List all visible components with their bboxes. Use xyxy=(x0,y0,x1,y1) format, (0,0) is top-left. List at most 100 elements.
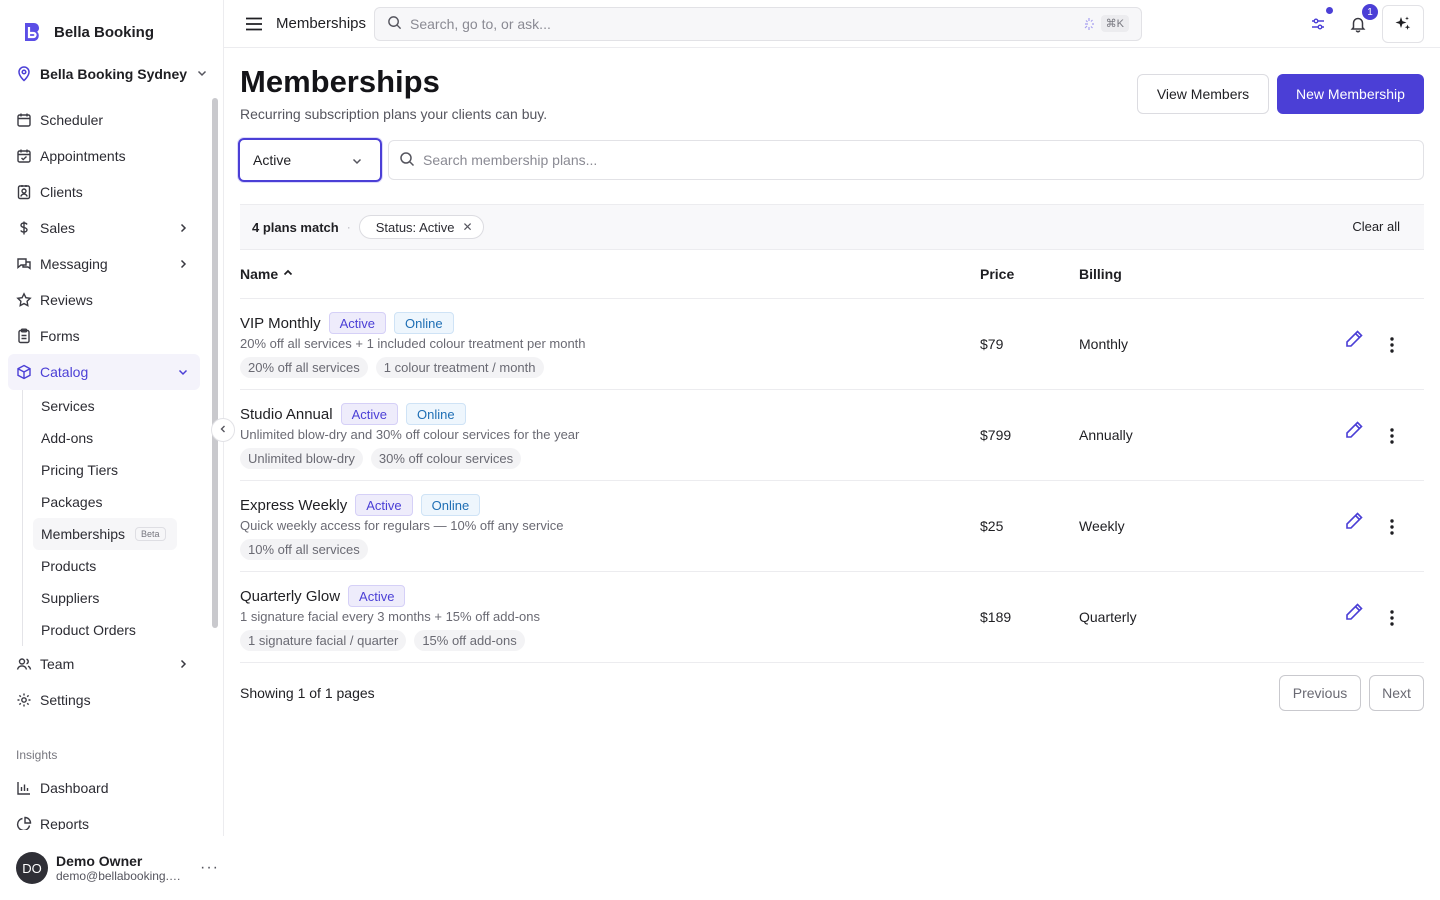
sidebar-subitem-pricing-tiers[interactable]: Pricing Tiers xyxy=(33,454,200,486)
table-row[interactable]: Express Weekly Active Online Quick weekl… xyxy=(240,481,1424,572)
sidebar-item-clients[interactable]: Clients xyxy=(8,174,200,210)
topbar-title: Memberships xyxy=(276,15,367,32)
sidebar-item-label: Reviews xyxy=(40,292,93,308)
status-dot xyxy=(1326,7,1333,14)
sidebar-item-reviews[interactable]: Reviews xyxy=(8,282,200,318)
view-members-button[interactable]: View Members xyxy=(1137,74,1269,114)
column-header-name[interactable]: Name xyxy=(240,266,294,282)
location-switcher[interactable]: Bella Booking Sydney xyxy=(16,60,211,88)
previous-page-button[interactable]: Previous xyxy=(1279,675,1361,711)
sidebar-item-label: Appointments xyxy=(40,148,126,164)
sidebar-item-messaging[interactable]: Messaging xyxy=(8,246,200,282)
sidebar-subitem-product-orders[interactable]: Product Orders xyxy=(33,614,200,646)
benefit-tag: 20% off all services xyxy=(240,357,368,378)
global-search[interactable]: ⌘K xyxy=(374,7,1142,41)
edit-button[interactable] xyxy=(1342,327,1366,351)
sidebar-subitem-packages[interactable]: Packages xyxy=(33,486,200,518)
sidebar-subitem-label: Pricing Tiers xyxy=(41,462,119,478)
more-vertical-icon xyxy=(1390,337,1394,353)
global-search-input[interactable] xyxy=(410,16,1050,32)
plan-description: 20% off all services + 1 included colour… xyxy=(240,336,586,351)
sidebar-item-label: Forms xyxy=(40,328,80,344)
filters-toggle-button[interactable] xyxy=(1306,7,1333,36)
plan-billing: Annually xyxy=(1079,427,1133,443)
main-content: Memberships Recurring subscription plans… xyxy=(224,48,1440,900)
sidebar-item-catalog[interactable]: Catalog xyxy=(8,354,200,390)
row-more-button[interactable] xyxy=(1380,333,1404,357)
sidebar-subitem-suppliers[interactable]: Suppliers xyxy=(33,582,200,614)
plan-name: VIP Monthly xyxy=(240,314,321,332)
filter-chip-label: Status: Active xyxy=(375,219,455,235)
table-row[interactable]: VIP Monthly Active Online 20% off all se… xyxy=(240,299,1424,390)
sidebar-item-label: Clients xyxy=(40,184,83,200)
status-filter-select[interactable]: Active xyxy=(238,138,382,182)
sidebar-item-label: Team xyxy=(40,656,75,672)
sidebar-item-team[interactable]: Team xyxy=(8,646,200,682)
sparkle-icon xyxy=(1081,17,1095,31)
edit-button[interactable] xyxy=(1342,418,1366,442)
sidebar-item-label: Dashboard xyxy=(40,780,109,796)
column-header-label: Name xyxy=(240,266,279,282)
sidebar-item-label: Catalog xyxy=(40,364,89,380)
plan-description: 1 signature facial every 3 months + 15% … xyxy=(240,609,541,624)
brand[interactable]: Bella Booking xyxy=(20,18,154,46)
edit-button[interactable] xyxy=(1342,600,1366,624)
more-vertical-icon xyxy=(1390,610,1394,626)
topbar: Memberships ⌘K 1 xyxy=(224,0,1440,48)
sidebar-subitem-services[interactable]: Services xyxy=(33,390,200,422)
sidebar-scrollbar[interactable] xyxy=(212,98,218,628)
sparkles-icon xyxy=(1395,16,1411,30)
sidebar-subitem-products[interactable]: Products xyxy=(33,550,200,582)
row-more-button[interactable] xyxy=(1380,424,1404,448)
row-more-button[interactable] xyxy=(1380,606,1404,630)
new-membership-button[interactable]: New Membership xyxy=(1277,74,1424,114)
sidebar-subitem-memberships[interactable]: Memberships Beta xyxy=(33,518,177,550)
plan-search-input[interactable] xyxy=(423,152,1383,168)
search-icon xyxy=(387,15,402,33)
user-menu-button[interactable]: ··· xyxy=(200,859,219,877)
filter-chip-status[interactable]: Status: Active ✕ xyxy=(358,215,484,239)
sort-ascending-icon xyxy=(282,266,294,282)
user-info: Demo Owner demo@bellabooking.com.au xyxy=(56,853,182,883)
brand-name: Bella Booking xyxy=(54,23,155,41)
gear-icon xyxy=(16,692,32,708)
more-vertical-icon xyxy=(1390,428,1394,444)
notifications-button[interactable]: 1 xyxy=(1346,4,1378,36)
status-badge: Active xyxy=(328,312,387,334)
plan-search[interactable] xyxy=(388,140,1424,180)
sidebar-item-appointments[interactable]: Appointments xyxy=(8,138,200,174)
table-row[interactable]: Studio Annual Active Online Unlimited bl… xyxy=(240,390,1424,481)
sidebar-item-settings[interactable]: Settings xyxy=(8,682,200,718)
edit-button[interactable] xyxy=(1342,509,1366,533)
status-filter-value: Active xyxy=(253,152,292,168)
plan-benefit-tags: 10% off all services xyxy=(240,539,368,560)
column-header-price[interactable]: Price xyxy=(980,266,1014,282)
plan-name-line: VIP Monthly Active Online xyxy=(240,312,454,334)
row-more-button[interactable] xyxy=(1380,515,1404,539)
sidebar-item-reports[interactable]: Reports xyxy=(8,806,200,830)
sidebar-subitem-label: Add-ons xyxy=(41,430,94,446)
user-card[interactable]: DO Demo Owner demo@bellabooking.com.au ·… xyxy=(0,836,224,900)
sidebar-item-dashboard[interactable]: Dashboard xyxy=(8,770,200,806)
table-row[interactable]: Quarterly Glow Active 1 signature facial… xyxy=(240,572,1424,663)
sidebar-subitem-label: Memberships xyxy=(41,526,126,542)
next-page-button[interactable]: Next xyxy=(1369,675,1424,711)
sidebar-item-sales[interactable]: Sales xyxy=(8,210,200,246)
ai-assistant-button[interactable] xyxy=(1382,5,1424,43)
online-badge: Online xyxy=(405,403,466,425)
menu-toggle-button[interactable] xyxy=(244,14,264,34)
bella-booking-logo-icon xyxy=(20,20,44,44)
benefit-tag: 15% off add-ons xyxy=(414,630,525,651)
column-header-billing[interactable]: Billing xyxy=(1079,266,1122,282)
close-icon[interactable]: ✕ xyxy=(462,220,472,234)
pie-chart-icon xyxy=(16,816,32,830)
sidebar-item-scheduler[interactable]: Scheduler xyxy=(8,102,200,138)
benefit-tag: 1 signature facial / quarter xyxy=(240,630,407,651)
plan-benefit-tags: Unlimited blow-dry 30% off colour servic… xyxy=(240,448,522,469)
sidebar-subitem-add-ons[interactable]: Add-ons xyxy=(33,422,200,454)
sidebar-item-forms[interactable]: Forms xyxy=(8,318,200,354)
plan-benefit-tags: 20% off all services 1 colour treatment … xyxy=(240,357,544,378)
plan-name: Studio Annual xyxy=(240,405,333,423)
clear-all-filters-button[interactable]: Clear all xyxy=(1352,219,1400,234)
plan-price: $189 xyxy=(980,609,1012,625)
